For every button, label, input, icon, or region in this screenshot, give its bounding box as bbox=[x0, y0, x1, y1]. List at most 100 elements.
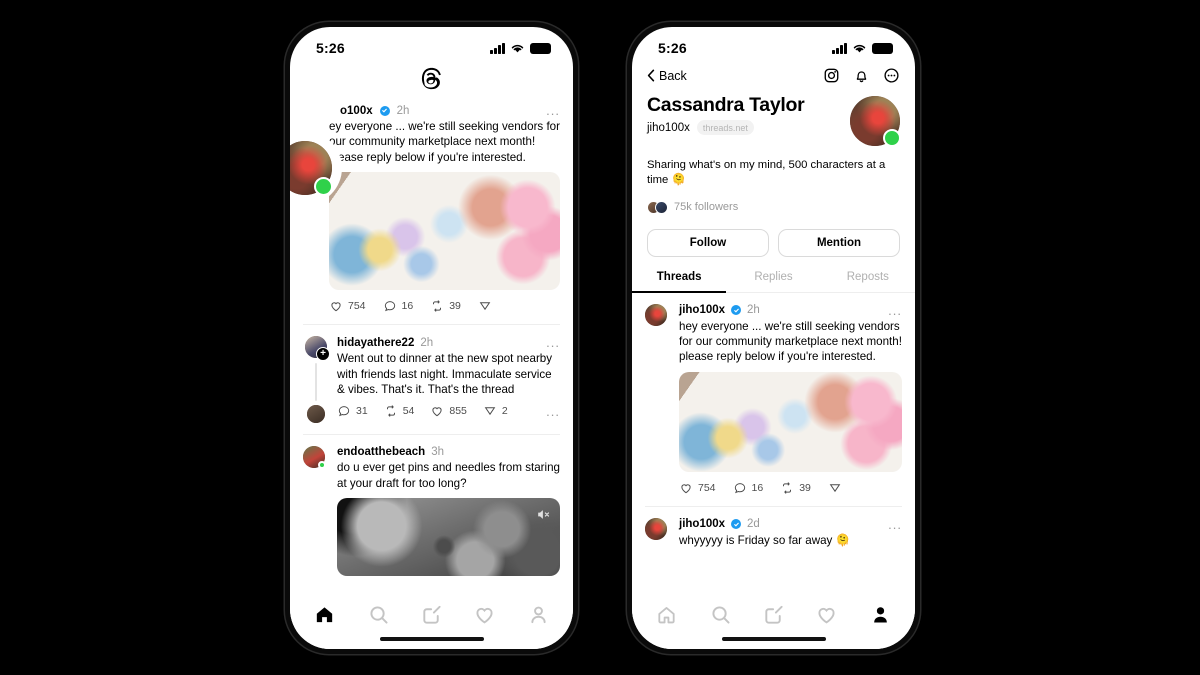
profile-icon bbox=[873, 607, 887, 623]
left-phone-frame: 5:26 o100x 2h ... ey everyone ... we're … bbox=[285, 22, 578, 654]
post-timestamp: 3h bbox=[431, 446, 444, 459]
right-phone-screen: 5:26 Back Cassandra Taylor jiho100x thre… bbox=[632, 27, 915, 649]
profile-handle-row: jiho100x threads.net bbox=[647, 120, 850, 135]
like-count: 754 bbox=[348, 300, 366, 313]
followers-row[interactable]: 75k followers bbox=[647, 200, 900, 214]
tab-replies[interactable]: Replies bbox=[726, 271, 820, 292]
heart-icon bbox=[681, 483, 691, 493]
like-action[interactable]: 855 bbox=[430, 404, 467, 418]
post-more-icon[interactable]: ... bbox=[888, 304, 902, 317]
post-text: do u ever get pins and needles from star… bbox=[337, 461, 560, 490]
post-more-icon[interactable]: ... bbox=[546, 104, 560, 117]
sidebar-item-compose[interactable] bbox=[762, 603, 785, 631]
post-actions: 754 16 39 bbox=[679, 481, 902, 495]
tab-reposts[interactable]: Reposts bbox=[821, 271, 915, 292]
sidebar-item-profile[interactable] bbox=[527, 603, 550, 631]
more-icon[interactable] bbox=[883, 67, 900, 84]
comment-action[interactable]: 31 bbox=[337, 404, 368, 418]
follow-plus-badge[interactable]: + bbox=[316, 347, 330, 362]
repost-count: 54 bbox=[402, 405, 415, 418]
post-username[interactable]: jiho100x bbox=[679, 518, 725, 530]
share-icon bbox=[829, 484, 841, 492]
tab-threads[interactable]: Threads bbox=[632, 271, 727, 293]
post-username[interactable]: jiho100x bbox=[679, 304, 725, 316]
post-username[interactable]: hidayathere22 bbox=[337, 337, 414, 349]
post-more-icon[interactable]: ... bbox=[888, 518, 902, 531]
heart-icon bbox=[476, 607, 493, 624]
share-action[interactable]: 2 bbox=[483, 404, 508, 418]
profile-avatar[interactable] bbox=[850, 96, 901, 147]
replier-avatar[interactable] bbox=[307, 405, 325, 424]
post-item[interactable]: + hidayathere22 2h ... Went out to dinne… bbox=[303, 325, 560, 436]
right-feed-body: jiho100x 2h ... hey everyone ... we're s… bbox=[632, 293, 915, 549]
sidebar-item-search[interactable] bbox=[367, 603, 390, 631]
profile-display-name: Cassandra Taylor bbox=[647, 94, 805, 116]
post-text: hey everyone ... we're still seeking ven… bbox=[679, 319, 902, 364]
comment-icon bbox=[338, 406, 350, 417]
comment-icon bbox=[734, 482, 745, 493]
home-indicator bbox=[721, 636, 826, 641]
repost-action[interactable]: 39 bbox=[430, 299, 461, 313]
repost-action[interactable]: 39 bbox=[780, 481, 811, 495]
home-icon bbox=[658, 607, 675, 624]
profile-tabs: Threads Replies Reposts bbox=[632, 271, 915, 293]
post-item[interactable]: jiho100x 2h ... hey everyone ... we're s… bbox=[645, 293, 902, 507]
post-username[interactable]: endoatthebeach bbox=[337, 446, 425, 458]
avatar[interactable] bbox=[645, 303, 667, 326]
post-more-icon[interactable]: ... bbox=[546, 336, 560, 349]
battery-icon bbox=[530, 42, 551, 54]
repost-count: 39 bbox=[799, 481, 811, 494]
sidebar-item-profile[interactable] bbox=[869, 603, 892, 631]
profile-icon bbox=[531, 606, 546, 624]
avatar[interactable] bbox=[303, 446, 326, 470]
post-item[interactable]: endoatthebeach 3h do u ever get pins and… bbox=[303, 435, 560, 577]
post-media-video[interactable] bbox=[337, 498, 560, 577]
post-media-image[interactable] bbox=[329, 172, 560, 291]
mute-icon[interactable] bbox=[536, 507, 551, 522]
repost-icon bbox=[783, 481, 792, 494]
share-action[interactable] bbox=[478, 299, 497, 313]
post-item[interactable]: jiho100x 2d ... whyyyyy is Friday so far… bbox=[645, 507, 902, 548]
right-profile-view[interactable]: Back Cassandra Taylor jiho100x threads.n… bbox=[632, 63, 915, 649]
verified-badge-icon bbox=[731, 519, 742, 530]
post-media-image[interactable] bbox=[679, 371, 902, 472]
right-phone-frame: 5:26 Back Cassandra Taylor jiho100x thre… bbox=[627, 22, 920, 654]
left-feed[interactable]: o100x 2h ... ey everyone ... we're still… bbox=[290, 63, 573, 649]
follow-button[interactable]: Follow bbox=[647, 228, 769, 257]
profile-handle: jiho100x bbox=[647, 121, 690, 134]
back-button[interactable]: Back bbox=[647, 69, 687, 83]
threads-logo-icon bbox=[290, 63, 573, 100]
avatar[interactable]: + bbox=[305, 336, 330, 362]
share-action[interactable] bbox=[828, 481, 847, 495]
like-action[interactable]: 754 bbox=[679, 481, 716, 495]
instagram-icon[interactable] bbox=[823, 67, 840, 84]
sidebar-item-home[interactable] bbox=[313, 603, 336, 631]
post-actions: 31 54 855 2 ... bbox=[337, 404, 560, 418]
repost-count: 39 bbox=[449, 300, 461, 313]
floating-avatar-inner bbox=[290, 141, 333, 196]
sidebar-item-search[interactable] bbox=[709, 603, 732, 631]
mention-button[interactable]: Mention bbox=[778, 228, 900, 257]
heart-icon bbox=[331, 302, 341, 312]
avatar[interactable] bbox=[645, 517, 667, 540]
like-action[interactable]: 754 bbox=[329, 299, 366, 313]
post-item[interactable]: o100x 2h ... ey everyone ... we're still… bbox=[303, 100, 560, 326]
comment-count: 16 bbox=[751, 481, 764, 494]
comment-icon bbox=[384, 301, 395, 312]
repost-action[interactable]: 54 bbox=[384, 404, 415, 418]
comment-action[interactable]: 16 bbox=[733, 481, 764, 495]
sidebar-item-compose[interactable] bbox=[420, 603, 443, 631]
post-username[interactable]: o100x bbox=[340, 105, 373, 117]
search-icon bbox=[370, 606, 388, 624]
sidebar-item-activity[interactable] bbox=[815, 603, 838, 631]
comment-action[interactable]: 16 bbox=[383, 299, 413, 313]
bell-icon[interactable] bbox=[853, 67, 870, 84]
signal-bars-icon bbox=[832, 42, 847, 54]
home-indicator bbox=[379, 636, 484, 641]
actions-more-icon[interactable]: ... bbox=[546, 405, 560, 418]
sidebar-item-activity[interactable] bbox=[473, 603, 496, 631]
post-timestamp: 2h bbox=[420, 336, 434, 349]
post-timestamp: 2h bbox=[396, 104, 410, 117]
sidebar-item-home[interactable] bbox=[655, 603, 678, 631]
screenshot-stage: 5:26 o100x 2h ... ey everyone ... we're … bbox=[0, 0, 1200, 675]
